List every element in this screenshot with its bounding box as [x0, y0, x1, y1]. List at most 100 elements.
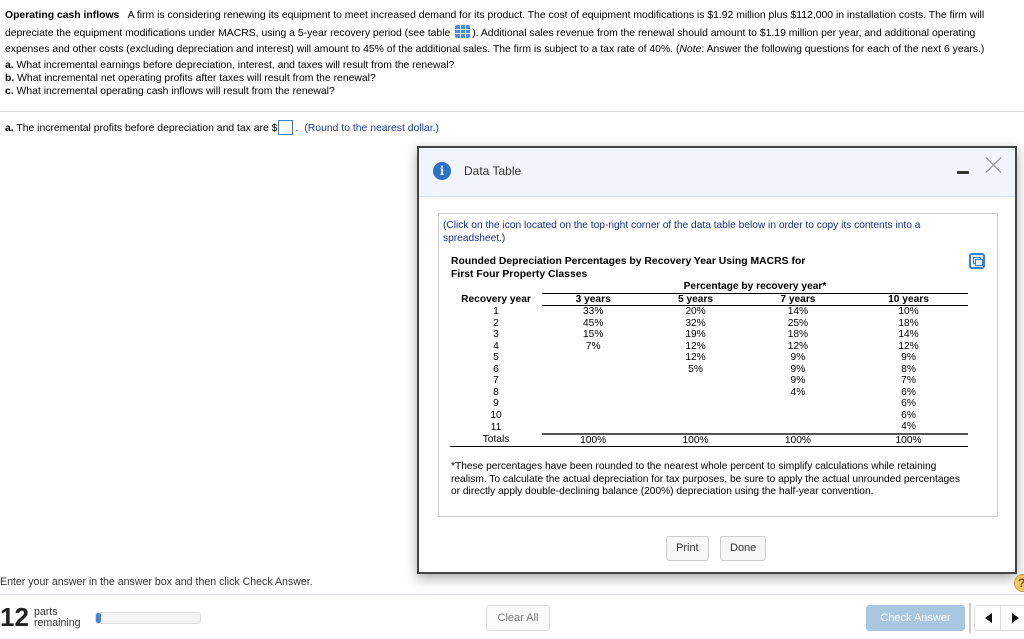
question-text: Operating cash inflows A firm is conside…: [5, 8, 1021, 98]
table-title: Rounded Depreciation Percentages by Reco…: [451, 256, 806, 280]
table-cell: 2: [493, 317, 499, 329]
table-row: 6 5% 9% 8%: [450, 364, 968, 376]
table-row: 11 4%: [450, 421, 968, 434]
table-cell: 18%: [787, 329, 809, 340]
table-cell: 19%: [685, 329, 706, 340]
parts-remaining-label: parts remaining: [34, 606, 81, 629]
table-cell: 20%: [685, 306, 706, 317]
next-arrow-icon[interactable]: [1012, 613, 1019, 623]
question-item-a: a. What incremental earnings before depr…: [5, 59, 455, 71]
help-icon[interactable]: ?: [1014, 574, 1024, 592]
table-cell: [644, 375, 746, 387]
table-cell: 8: [493, 386, 499, 398]
table-cell: 10: [490, 409, 502, 421]
table-group-header: Percentage by recovery year*: [450, 281, 968, 294]
close-button[interactable]: [985, 156, 1003, 174]
table-row: 2 45% 32% 25% 18%: [450, 318, 968, 330]
table-cell: [644, 387, 746, 399]
answer-line: a. The incremental profits before deprec…: [5, 120, 439, 135]
table-cell: [747, 410, 849, 422]
table-cell: 14%: [787, 306, 809, 317]
table-cell: [542, 375, 644, 387]
dialog-title: Data Table: [464, 164, 522, 178]
table-cell: 9%: [790, 363, 806, 375]
print-button[interactable]: Print: [666, 536, 709, 561]
macrs-table: Percentage by recovery year* Recovery ye…: [450, 281, 968, 447]
table-cell: 9%: [901, 352, 916, 363]
table-cell: 6%: [901, 386, 916, 398]
table-row: 1 33% 20% 14% 10%: [450, 306, 968, 318]
table-cell: 4%: [790, 386, 806, 398]
table-cell: 25%: [787, 317, 809, 329]
table-cell: 33%: [582, 306, 604, 317]
table-header-row: Recovery year 3 years 5 years 7 years 10…: [450, 293, 968, 306]
table-row: 3 15% 19% 18% 14%: [450, 329, 968, 341]
answer-input[interactable]: [278, 120, 294, 135]
column-header: 5 years: [644, 293, 747, 306]
question-paragraph: Operating cash inflows A firm is conside…: [5, 10, 985, 55]
instruction-text: Enter your answer in the answer box and …: [0, 576, 313, 588]
table-cell: 9: [493, 398, 499, 409]
table-cell: 5: [493, 352, 499, 363]
table-cell: 10%: [898, 306, 919, 317]
table-cell: 7%: [585, 340, 601, 352]
table-cell: [644, 421, 746, 434]
table-cell: [747, 398, 849, 410]
table-row: 5 12% 9% 9%: [450, 352, 968, 364]
data-table-icon[interactable]: [455, 24, 471, 38]
question-item-b: b. What incremental net operating profit…: [5, 72, 376, 84]
table-cell: 4%: [901, 421, 916, 432]
table-cell: [542, 352, 644, 364]
table-cell: 7%: [901, 375, 916, 386]
table-cell: 4: [493, 340, 499, 352]
table-cell: 11: [490, 421, 502, 433]
question-item-c: c. What incremental operating cash inflo…: [5, 85, 335, 97]
table-row: 9 6%: [450, 398, 968, 410]
dialog-header[interactable]: i Data Table: [419, 148, 1015, 197]
copy-instruction: (Click on the icon located on the top-ri…: [443, 220, 921, 244]
table-cell: 5%: [688, 363, 703, 375]
progress-fill: [96, 613, 102, 623]
column-header: 10 years: [849, 293, 968, 306]
check-answer-button[interactable]: Check Answer: [866, 605, 965, 631]
table-cell: [644, 398, 746, 410]
separator: [969, 603, 971, 633]
column-header: 7 years: [746, 293, 850, 306]
table-cell: 3: [493, 329, 499, 340]
divider: [0, 111, 1024, 112]
copy-to-spreadsheet-icon[interactable]: [969, 253, 985, 269]
data-table-dialog: i Data Table (Click on the icon located …: [417, 146, 1017, 574]
column-header: 3 years: [542, 293, 645, 306]
table-row: 8 4% 6%: [450, 387, 968, 399]
question-nav: [974, 605, 1024, 631]
done-button[interactable]: Done: [720, 536, 767, 561]
previous-arrow-icon[interactable]: [985, 613, 992, 623]
table-cell: 14%: [898, 329, 919, 340]
table-row: 4 7% 12% 12% 12%: [450, 341, 968, 353]
table-cell: 7: [493, 375, 499, 386]
table-cell: 6: [493, 363, 499, 375]
table-cell: [542, 364, 644, 376]
column-header: Recovery year: [461, 293, 531, 305]
table-cell: 32%: [685, 317, 706, 329]
table-row: 10 6%: [450, 410, 968, 422]
table-footnote: *These percentages have been rounded to …: [451, 461, 960, 497]
table-cell: 15%: [582, 329, 604, 340]
table-cell: [644, 410, 746, 422]
table-cell: 9%: [790, 375, 806, 386]
table-cell: 8%: [901, 363, 916, 375]
clear-all-button[interactable]: Clear All: [486, 605, 550, 631]
minimize-button[interactable]: [957, 166, 971, 180]
parts-remaining-count: 12: [0, 602, 29, 632]
table-cell: 12%: [787, 340, 809, 352]
data-table-content: (Click on the icon located on the top-ri…: [438, 213, 998, 517]
table-cell: 18%: [898, 317, 919, 329]
table-cell: 12%: [898, 340, 919, 352]
table-cell: 12%: [685, 352, 706, 363]
rounding-hint: (Round to the nearest dollar.): [304, 123, 439, 134]
table-cell: [747, 421, 849, 434]
totals-row: Totals 100% 100% 100% 100%: [450, 432, 968, 447]
table-cell: 12%: [685, 340, 706, 352]
table-cell: 6%: [901, 409, 916, 421]
question-title: Operating cash inflows: [5, 10, 120, 21]
